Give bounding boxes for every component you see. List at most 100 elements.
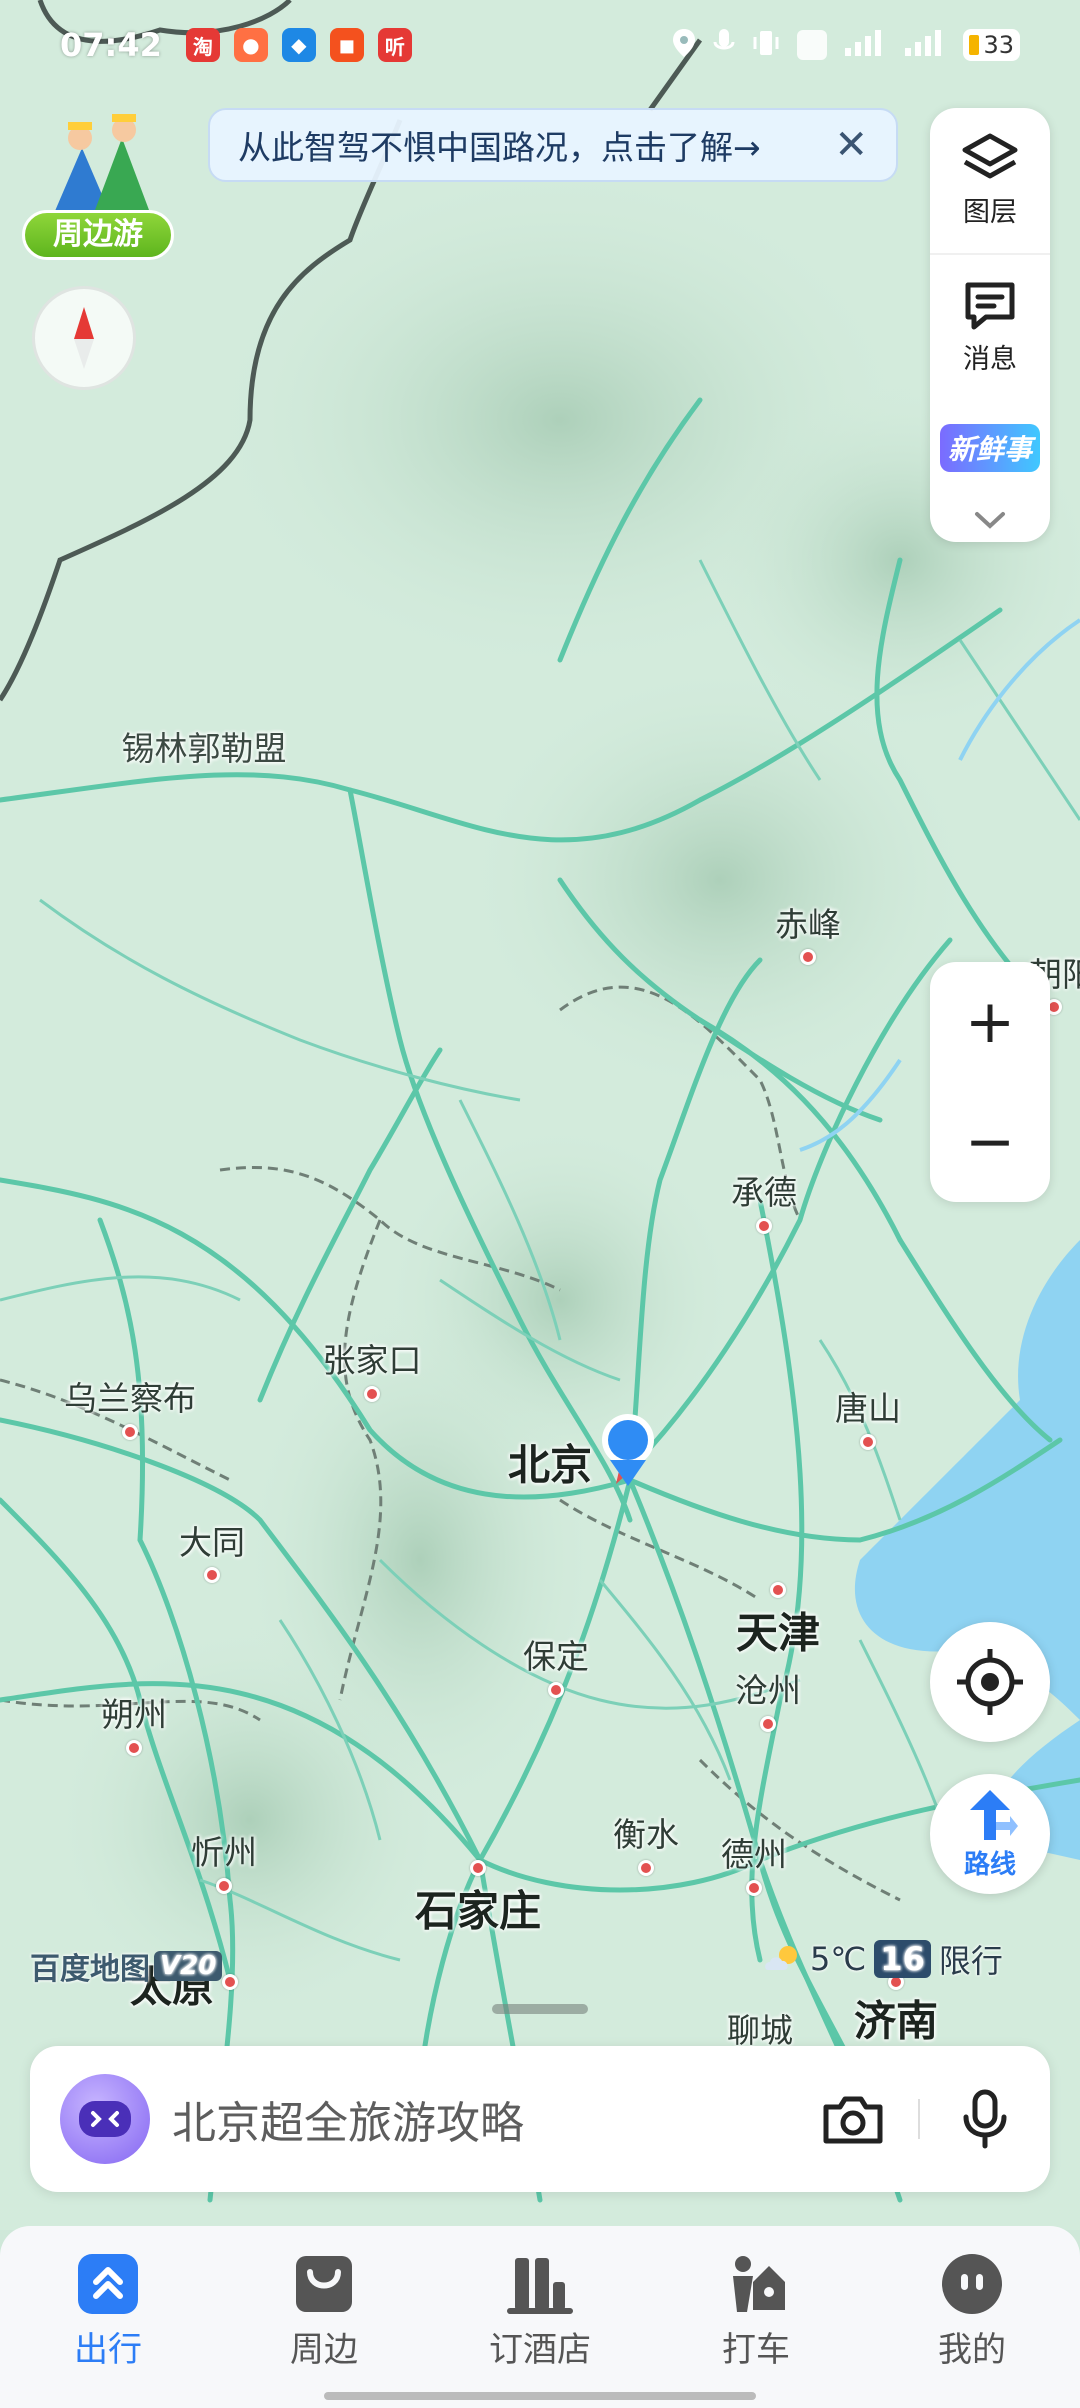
messages-button[interactable]: 消息 (930, 253, 1050, 398)
layers-icon (962, 133, 1018, 179)
nav-mine[interactable]: 我的 (864, 2252, 1080, 2408)
taobao-app-icon: 淘 (185, 28, 220, 62)
city-dot-chifeng (800, 949, 816, 965)
status-bar: 07:42 淘 ● ◆ ◼ 听 33 (0, 0, 1080, 90)
route-button[interactable]: 路线 (930, 1774, 1050, 1894)
city-label-tianjin[interactable]: 天津 (736, 1600, 820, 1661)
city-dot-taiyuan (222, 1974, 238, 1990)
city-label-beijing[interactable]: 北京 (508, 1432, 592, 1493)
status-time: 07:42 (60, 26, 162, 64)
city-dot-tangshan (860, 1434, 876, 1450)
partly-cloudy-icon (765, 1946, 797, 1970)
city-label-cangzhou[interactable]: 沧州 (735, 1664, 801, 1712)
city-label-datong[interactable]: 大同 (179, 1516, 245, 1564)
nav-label-taxi: 打车 (722, 2330, 790, 2370)
hotel-icon (507, 2258, 573, 2314)
layers-button[interactable]: 图层 (930, 108, 1050, 253)
city-label-liaocheng[interactable]: 聊城 (727, 2004, 793, 2052)
voice-search-button[interactable] (950, 2084, 1020, 2154)
city-dot-hengshui (638, 1860, 654, 1876)
compass-button[interactable] (32, 286, 136, 390)
battery-indicator: 33 (963, 29, 1020, 61)
city-dot-datong (204, 1567, 220, 1583)
city-label-shijiazhuang[interactable]: 石家庄 (415, 1878, 541, 1939)
profile-icon (942, 2254, 1002, 2314)
locate-button[interactable] (930, 1622, 1050, 1742)
nav-label-zhoubian: 周边 (290, 2330, 358, 2370)
bottom-navigation: 出行 周边 订酒店 打车 我的 (0, 2226, 1080, 2408)
zoom-out-button[interactable]: − (930, 1082, 1050, 1202)
nav-hotel[interactable]: 订酒店 (432, 2252, 648, 2408)
zoom-in-button[interactable]: + (930, 962, 1050, 1082)
route-label: 路线 (963, 1849, 1016, 1880)
signal-strength-icon-2 (903, 28, 947, 62)
city-dot-xinzhou (216, 1878, 232, 1894)
city-dot-wulanchabu (122, 1424, 138, 1440)
route-arrow-icon (970, 1789, 1018, 1840)
city-dot-cangzhou (760, 1716, 776, 1732)
nav-label-hotel: 订酒店 (489, 2330, 591, 2370)
zhoubianyou-label: 周边游 (22, 210, 174, 260)
signal-strength-icon (843, 28, 887, 62)
chevron-down-icon (975, 512, 1005, 529)
battery-icon (969, 35, 980, 55)
ai-assistant-avatar[interactable] (60, 2074, 150, 2164)
city-label-chengde[interactable]: 承德 (731, 1166, 797, 1214)
city-label-baoding[interactable]: 保定 (523, 1630, 589, 1678)
expand-panel-button[interactable] (973, 498, 1007, 542)
city-label-xinzhou[interactable]: 忻州 (191, 1826, 257, 1874)
city-dot-baoding (548, 1682, 564, 1698)
promo-close-button[interactable]: ✕ (834, 125, 868, 165)
camera-button[interactable] (818, 2084, 888, 2154)
nav-zhoubian[interactable]: 周边 (216, 2252, 432, 2408)
battery-level: 33 (983, 31, 1014, 59)
map-canvas[interactable]: 锡林郭勒盟 赤峰 朝阳 承德 张家口 乌兰察布 唐山 北京 大同 天津 保定 沧… (0, 0, 1080, 2230)
nav-label-mine: 我的 (938, 2330, 1006, 2370)
city-dot-shijiazhuang (470, 1860, 486, 1876)
search-bar[interactable]: 北京超全旅游攻略 (30, 2046, 1050, 2192)
nearby-icon (296, 2256, 352, 2312)
search-input[interactable]: 北京超全旅游攻略 (172, 2087, 818, 2151)
hd-badge (797, 30, 828, 60)
city-dot-dezhou (746, 1880, 762, 1896)
brand-name: 百度地图 (30, 1952, 150, 1987)
city-label-hengshui[interactable]: 衡水 (613, 1808, 679, 1856)
drag-handle[interactable] (492, 2004, 588, 2014)
travel-icon (78, 2254, 138, 2314)
xinxianshi-button[interactable]: 新鲜事 (939, 399, 1040, 499)
microphone-icon (963, 2089, 1007, 2149)
compass-icon (74, 307, 94, 369)
zoom-controls: + − (930, 962, 1050, 1202)
city-dot-chengde (756, 1218, 772, 1234)
mic-status-icon (713, 28, 735, 62)
city-label-jinan[interactable]: 济南 (854, 1988, 938, 2049)
nav-chuxing[interactable]: 出行 (0, 2252, 216, 2408)
city-label-wulanchabu[interactable]: 乌兰察布 (64, 1372, 196, 1420)
city-dot-shuozhou (126, 1740, 142, 1756)
home-indicator (324, 2392, 756, 2400)
city-dot-zhangjiakou (364, 1386, 380, 1402)
camera-icon (823, 2096, 883, 2144)
nav-taxi[interactable]: 打车 (648, 2252, 864, 2408)
listen-app-icon: 听 (377, 28, 412, 62)
taxi-icon (733, 2256, 785, 2312)
city-label-zhangjiakou[interactable]: 张家口 (323, 1334, 422, 1382)
brand-watermark: 百度地图 V20 (30, 1944, 223, 1988)
promo-text: 从此智驾不惧中国路况，点击了解→ (238, 128, 761, 167)
city-label-tangshan[interactable]: 唐山 (835, 1382, 901, 1430)
temperature: 5℃ (810, 1940, 867, 1978)
promo-banner[interactable]: 从此智驾不惧中国路况，点击了解→ ✕ (208, 108, 898, 182)
messages-label: 消息 (963, 343, 1017, 375)
zhoubianyou-widget[interactable]: 周边游 (22, 108, 174, 260)
layers-label: 图层 (963, 197, 1017, 229)
search-divider (918, 2099, 920, 2139)
city-dot-tianjin (770, 1582, 786, 1598)
city-label-chifeng[interactable]: 赤峰 (775, 898, 841, 946)
traffic-limit-number: 16 (874, 1940, 931, 1978)
weather-widget[interactable]: 5℃ 16 限行 (762, 1936, 1003, 1982)
city-label-dezhou[interactable]: 德州 (721, 1828, 787, 1876)
map-tools-panel: 图层 消息 新鲜事 (930, 108, 1050, 542)
city-label-shuozhou[interactable]: 朔州 (101, 1688, 167, 1736)
message-icon (965, 282, 1015, 329)
city-label-xilinguole[interactable]: 锡林郭勒盟 (122, 722, 287, 770)
